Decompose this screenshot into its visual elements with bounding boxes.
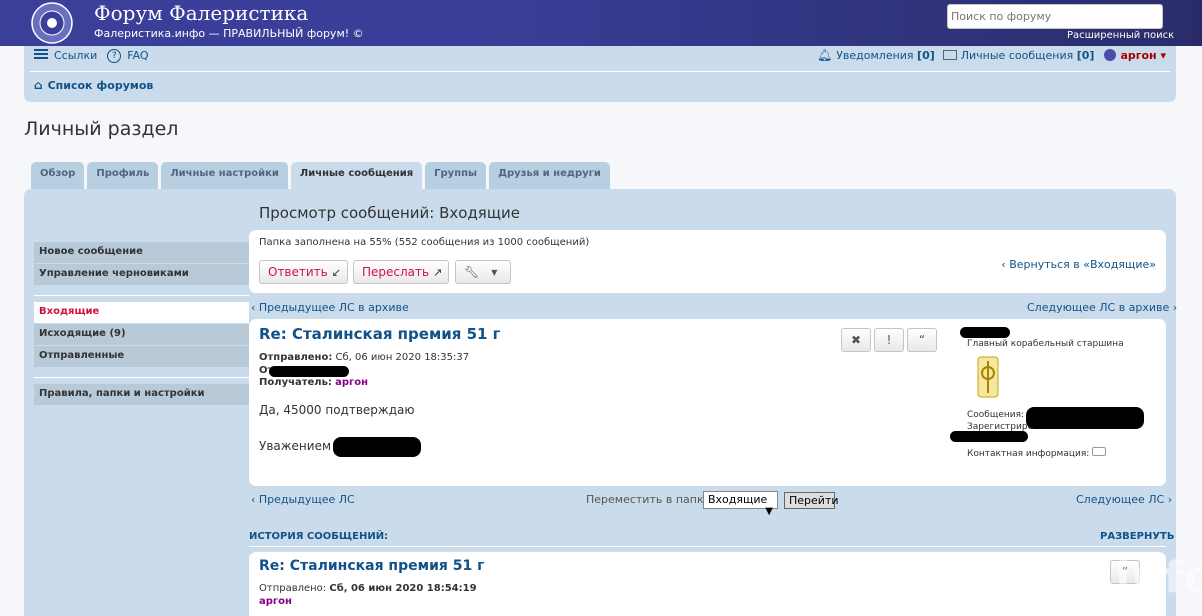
redaction-mark [333,437,421,457]
message-post: Re: Сталинская премия 51 г Отправлено: С… [249,319,1166,486]
menu-rules-folders-settings[interactable]: Правила, папки и настройки [34,384,249,405]
tab-groups[interactable]: Группы [425,162,487,189]
ucp-tabs: Обзор Профиль Личные настройки Личные со… [31,162,610,190]
sender-profile: Главный корабельный старшина Сообщения: … [950,325,1157,465]
history-author[interactable]: аргон [259,596,292,607]
forward-arrow-icon: ↗ [433,265,443,279]
navbar: Ссылки ? FAQ 🔔︎ Уведомления [0] Личные с… [24,46,1176,102]
tab-private-messages[interactable]: Личные сообщения [290,162,423,190]
tab-preferences[interactable]: Личные настройки [161,162,288,189]
breadcrumb-forum-index[interactable]: Список форумов [48,79,154,92]
tab-friends-foes[interactable]: Друзья и недруги [489,162,610,189]
quote-button[interactable]: “ [907,328,937,352]
forward-button[interactable]: Переслать ↗ [353,260,449,284]
wrench-icon: 🔧︎ [464,265,480,279]
sender-rank: Главный корабельный старшина [967,339,1124,349]
tools-dropdown-button[interactable]: 🔧︎ ▼ [455,260,511,284]
history-sent-date: Отправлено: Сб, 06 июн 2020 18:54:19 [259,583,477,594]
breadcrumb: ⌂ Список форумов [34,78,153,92]
navbar-divider [30,71,1170,72]
message-subject[interactable]: Re: Сталинская премия 51 г [259,325,501,343]
move-to-folder-label: Переместить в папку: [586,493,714,506]
menu-divider [34,286,249,296]
history-divider [249,546,1166,547]
watermark: forum.faleristika.info [664,552,1202,603]
history-subject[interactable]: Re: Сталинская премия 51 г [259,558,484,574]
notifications-link[interactable]: Уведомления [0] [836,49,935,62]
recipient-link[interactable]: аргон [335,377,368,388]
message-body-line: Да, 45000 подтверждаю [259,403,415,417]
sender-posts: Сообщения: [967,410,1025,420]
rank-insignia-icon [977,356,999,398]
report-button[interactable]: ! [874,328,904,352]
faq-icon: ? [107,48,122,63]
site-title[interactable]: Форум Фалеристика [94,1,308,25]
select-caret-icon: ▼ [765,506,773,517]
menu-outbox[interactable]: Исходящие (9) [34,324,249,345]
tab-profile[interactable]: Профиль [87,162,159,189]
menu-divider [34,368,249,378]
menu-new-message[interactable]: Новое сообщение [34,242,249,263]
advanced-search-link[interactable]: Расширенный поиск [1067,30,1174,41]
menu-icon[interactable] [34,48,48,63]
faq-link[interactable]: FAQ [127,49,148,62]
user-avatar-icon [1104,49,1117,61]
menu-inbox[interactable]: Входящие [34,302,249,323]
delete-button[interactable]: ✖ [841,328,871,352]
folder-select[interactable]: Входящие ▼ [703,491,778,517]
reply-arrow-icon: ↙ [331,265,341,279]
links-menu[interactable]: Ссылки [54,49,97,62]
redaction-mark [960,327,1010,338]
search-input[interactable] [947,4,1163,29]
tab-overview[interactable]: Обзор [31,162,85,189]
forum-logo-icon[interactable] [28,1,76,45]
redaction-mark [269,366,349,377]
pm-menu: Новое сообщение Управление черновиками В… [34,242,249,406]
reply-button[interactable]: Ответить ↙ [259,260,348,284]
menu-drafts[interactable]: Управление черновиками [34,264,249,285]
next-archive-link[interactable]: Следующее ЛС в архиве › [1027,301,1177,314]
speech-bubble-icon[interactable] [1092,447,1107,456]
go-button[interactable]: Перейти [784,492,839,509]
history-title: ИСТОРИЯ СООБЩЕНИЙ: [249,531,389,542]
action-bar: Папка заполнена на 55% (552 сообщения из… [249,230,1166,293]
prev-pm-link[interactable]: ‹ Предыдущее ЛС [251,493,355,506]
expand-history-link[interactable]: РАЗВЕРНУТЬ [1100,531,1174,542]
content-title: Просмотр сообщений: Входящие [259,204,520,222]
prev-archive-link[interactable]: ‹ Предыдущее ЛС в архиве [251,301,409,314]
page-title: Личный раздел [24,118,179,140]
message-sent-date: Отправлено: Сб, 06 июн 2020 18:35:37 [259,352,470,363]
site-description: Фалеристика.инфо — ПРАВИЛЬНЫЙ форум! © [94,27,364,40]
home-icon: ⌂ [34,78,43,92]
site-header: Форум Фалеристика Фалеристика.инфо — ПРА… [0,0,1202,46]
redaction-mark [950,431,1028,442]
folder-usage-info: Папка заполнена на 55% (552 сообщения из… [259,237,590,248]
dropdown-caret-icon: ▼ [491,267,498,277]
next-pm-link[interactable]: Следующее ЛС › [1076,493,1172,506]
message-recipient: Получатель: аргон [259,377,369,388]
menu-sent[interactable]: Отправленные [34,346,249,367]
sender-contact: Контактная информация: [967,447,1107,459]
back-to-inbox-link[interactable]: ‹ Вернуться в «Входящие» [1001,258,1156,271]
envelope-icon [942,50,957,60]
redaction-mark [1026,407,1144,429]
private-messages-link[interactable]: Личные сообщения [0] [961,49,1095,62]
bell-icon: 🔔︎ [816,48,833,62]
message-signature: Уважением [259,439,332,453]
user-menu[interactable]: аргон ▾ [1120,49,1166,62]
